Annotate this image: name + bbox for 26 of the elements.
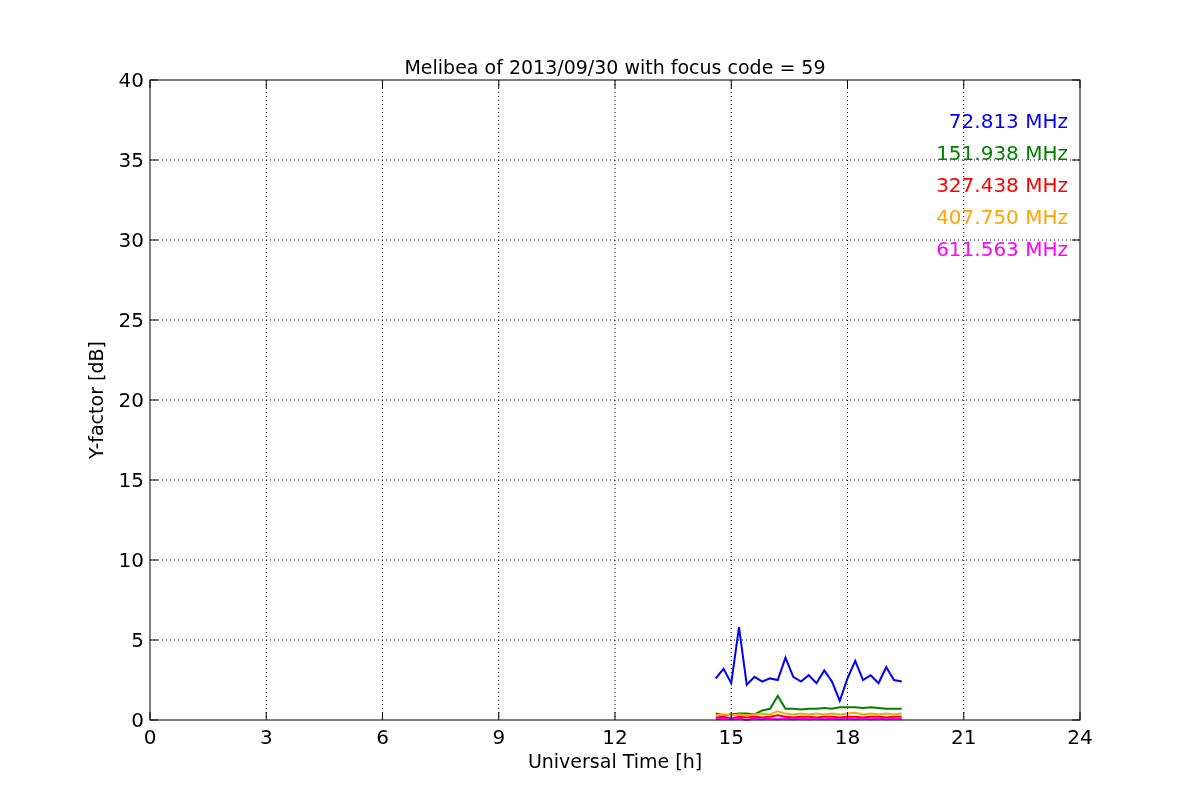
x-tick-label: 24 <box>1067 725 1093 749</box>
y-tick-label: 10 <box>118 548 144 572</box>
x-tick-label: 12 <box>602 725 628 749</box>
x-tick-label: 3 <box>259 725 273 749</box>
y-tick-label: 30 <box>118 228 144 252</box>
y-tick-label: 5 <box>131 628 144 652</box>
legend-label: 407.750 MHz <box>936 205 1068 229</box>
y-axis-label: Y-factor [dB] <box>85 341 107 459</box>
x-tick-label: 21 <box>951 725 977 749</box>
x-tick-label: 15 <box>718 725 744 749</box>
legend-label: 327.438 MHz <box>936 173 1068 197</box>
x-axis-label: Universal Time [h] <box>527 750 703 772</box>
x-tick-label: 6 <box>376 725 389 749</box>
y-tick-label: 20 <box>118 388 144 412</box>
x-tick-label: 0 <box>143 725 157 749</box>
y-tick-label: 15 <box>118 468 144 492</box>
legend-label: 611.563 MHz <box>936 237 1068 261</box>
y-tick-label: 25 <box>118 308 144 332</box>
y-tick-label: 35 <box>118 148 144 172</box>
legend-label: 72.813 MHz <box>948 109 1068 133</box>
chart-title: Melibea of 2013/09/30 with focus code = 59 <box>404 56 826 78</box>
x-tick-label: 18 <box>834 725 861 749</box>
y-tick-label: 40 <box>118 68 144 92</box>
y-tick-label: 0 <box>131 708 144 732</box>
x-tick-label: 9 <box>492 725 506 749</box>
legend-label: 151.938 MHz <box>936 141 1068 165</box>
